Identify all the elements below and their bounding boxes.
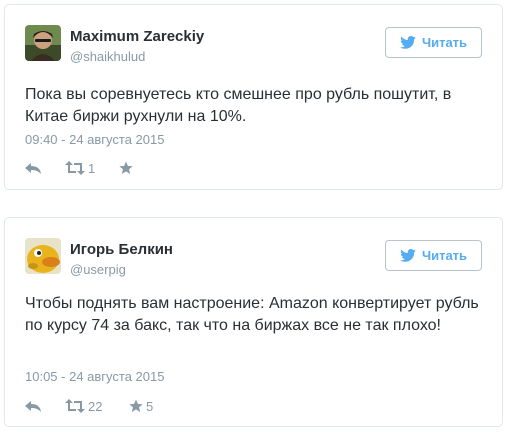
favorite-button[interactable]: 5 — [129, 399, 169, 414]
reply-button[interactable] — [25, 161, 65, 175]
reply-button[interactable] — [25, 399, 65, 413]
retweet-button[interactable]: 22 — [65, 399, 129, 414]
favorite-count: 5 — [146, 398, 154, 414]
display-name[interactable]: Maximum Zareckiy — [70, 28, 204, 45]
twitter-bird-icon — [400, 249, 416, 262]
tweet-text: Чтобы поднять вам настроение: Amazon кон… — [25, 295, 479, 334]
retweet-button[interactable]: 1 — [65, 161, 119, 176]
reply-icon — [25, 401, 41, 412]
tweet-card: Maximum Zareckiy @shaikhulud Читать Пока… — [4, 4, 503, 190]
star-icon — [129, 399, 143, 412]
retweet-count: 1 — [88, 160, 96, 176]
tweet-actions: 22 5 — [25, 396, 169, 416]
twitter-bird-icon — [400, 36, 416, 49]
display-name[interactable]: Игорь Белкин — [70, 241, 173, 258]
favorite-button[interactable] — [119, 161, 159, 175]
star-icon — [119, 161, 133, 174]
tweet-timestamp[interactable]: 10:05 - 24 августа 2015 — [25, 369, 164, 384]
retweet-count: 22 — [88, 398, 103, 414]
tweet-card: Игорь Белкин @userpig Читать Чтобы подня… — [4, 217, 503, 427]
follow-label: Читать — [421, 248, 468, 263]
reply-icon — [25, 163, 41, 174]
follow-button[interactable]: Читать — [385, 27, 482, 58]
tweet-actions: 1 — [25, 158, 159, 178]
user-avatar[interactable] — [25, 238, 61, 274]
tweet-text: Пока вы соревнуетесь кто смешнее про руб… — [25, 86, 452, 125]
user-handle[interactable]: @shaikhulud — [70, 49, 145, 64]
user-handle[interactable]: @userpig — [70, 262, 126, 277]
tweet-timestamp[interactable]: 09:40 - 24 августа 2015 — [25, 132, 164, 147]
retweet-icon — [65, 399, 85, 413]
user-avatar[interactable] — [25, 25, 61, 61]
retweet-icon — [65, 161, 85, 175]
follow-label: Читать — [421, 35, 468, 50]
follow-button[interactable]: Читать — [385, 240, 482, 271]
